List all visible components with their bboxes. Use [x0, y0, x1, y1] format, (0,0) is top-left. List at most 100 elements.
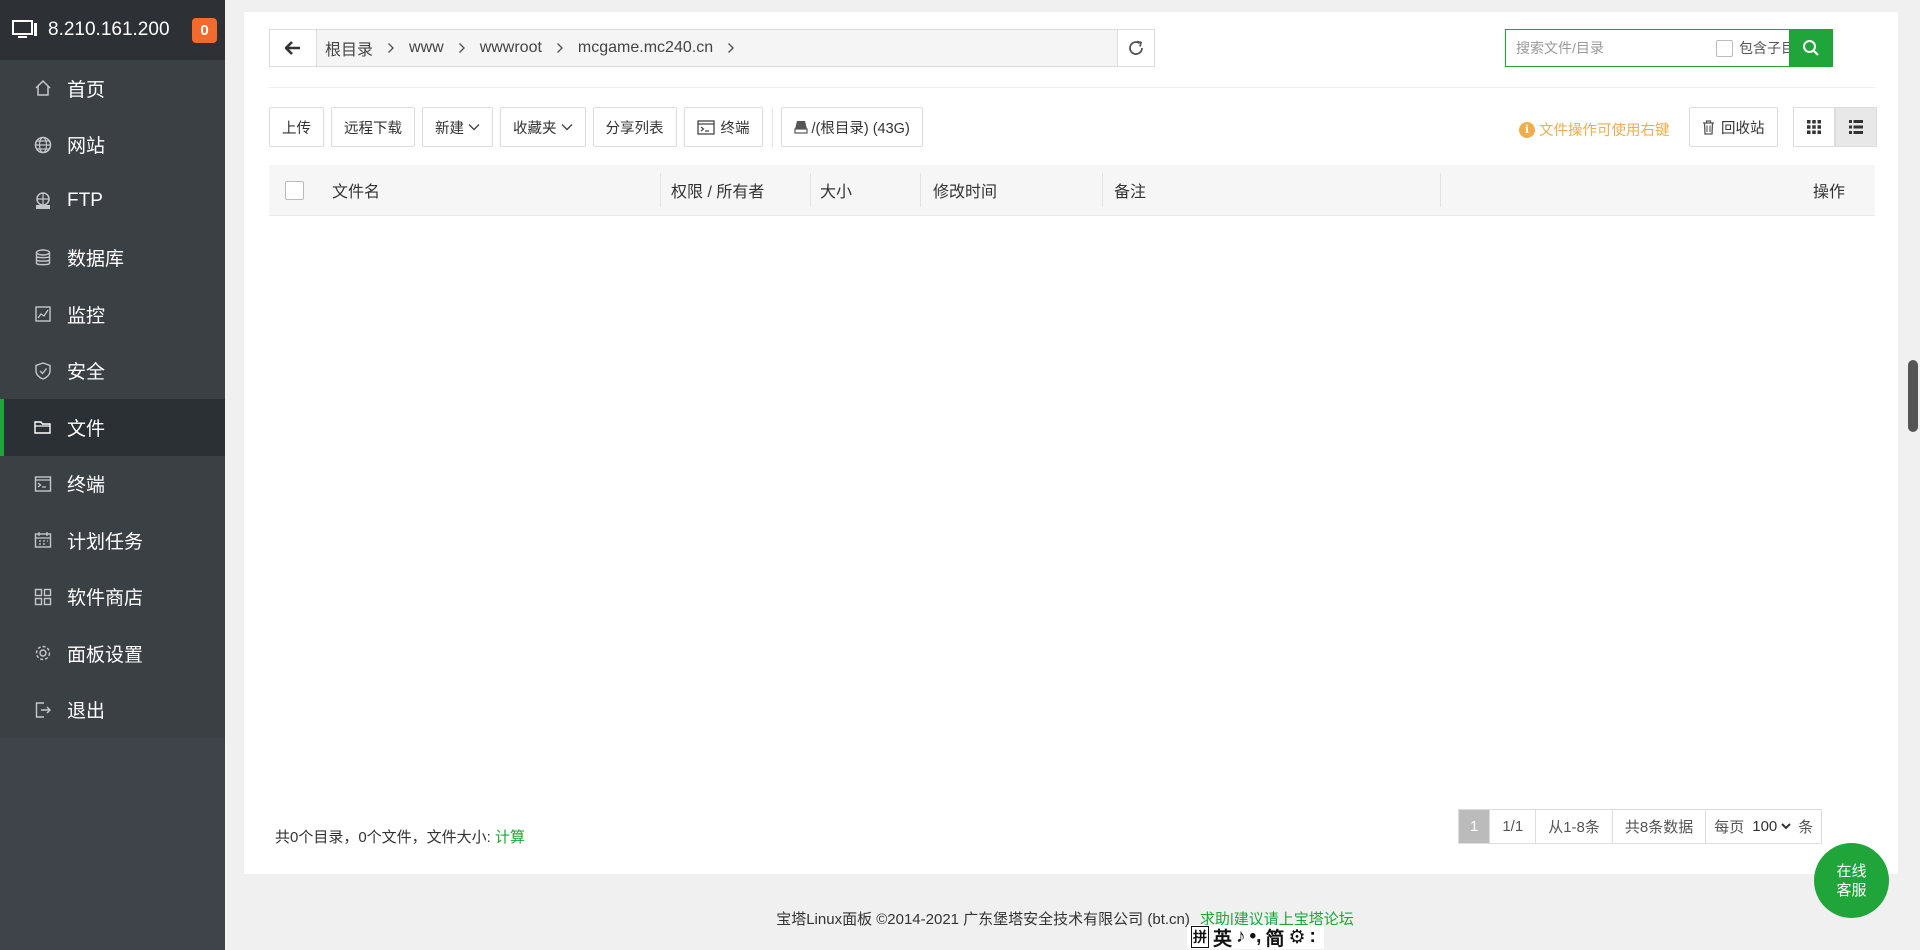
- toolbar-divider: [771, 107, 773, 147]
- calendar-icon: [33, 530, 53, 550]
- chevron-right-icon: [556, 42, 564, 54]
- disk-label: /(根目录) (43G): [811, 120, 910, 137]
- sidebar-header[interactable]: 8.210.161.200 0: [0, 0, 225, 60]
- ime-settings-icon[interactable]: ⚙: [1288, 926, 1305, 949]
- notification-badge[interactable]: 0: [192, 17, 217, 43]
- list-view-button[interactable]: [1835, 107, 1877, 147]
- right-click-tip: i 文件操作可使用右键: [1519, 119, 1670, 140]
- checkbox[interactable]: [1716, 39, 1733, 57]
- terminal-button[interactable]: 终端: [683, 107, 763, 147]
- ime-more[interactable]: :: [1310, 926, 1316, 948]
- sidebar-item-website[interactable]: 网站: [0, 117, 225, 174]
- footer: 宝塔Linux面板 ©2014-2021 广东堡塔安全技术有限公司 (bt.cn…: [0, 908, 1920, 929]
- page-current[interactable]: 1: [1458, 809, 1491, 844]
- sidebar-item-label: 终端: [67, 475, 106, 497]
- page-count: 1/1: [1490, 809, 1537, 844]
- shield-icon: [33, 361, 53, 381]
- monitor-icon: [33, 304, 53, 324]
- col-remarks: 备注: [1114, 184, 1147, 201]
- search-input[interactable]: [1506, 30, 1716, 66]
- col-modified-time[interactable]: 修改时间: [933, 165, 997, 215]
- arrow-left-icon: [285, 41, 301, 55]
- list-icon: [1849, 120, 1863, 134]
- sidebar-item-home[interactable]: 首页: [0, 60, 225, 117]
- sidebar-item-database[interactable]: 数据库: [0, 230, 225, 287]
- pagination: 1 1/1 从1-8条 共8条数据 每页 100 条: [1458, 809, 1823, 844]
- terminal-icon: [696, 119, 715, 135]
- upload-button[interactable]: 上传: [269, 107, 324, 147]
- sidebar-item-panel-settings[interactable]: 面板设置: [0, 625, 225, 682]
- ime-moon-icon[interactable]: ♪: [1236, 926, 1246, 948]
- per-page-unit: 条: [1798, 819, 1814, 836]
- breadcrumb-www[interactable]: www: [409, 39, 444, 57]
- checkbox[interactable]: [285, 180, 304, 200]
- new-dropdown-button[interactable]: 新建: [422, 107, 493, 147]
- page-scrollbar[interactable]: [1908, 360, 1918, 432]
- favorites-dropdown-button[interactable]: 收藏夹: [500, 107, 586, 147]
- new-label: 新建: [435, 120, 464, 137]
- breadcrumb-root[interactable]: 根目录: [325, 36, 373, 60]
- support-line2: 客服: [1836, 881, 1867, 899]
- sidebar-item-label: 面板设置: [67, 644, 144, 666]
- back-button[interactable]: [270, 30, 317, 66]
- search-button[interactable]: [1789, 29, 1833, 67]
- breadcrumb-wwwroot[interactable]: wwwroot: [480, 39, 542, 57]
- sidebar-item-logout[interactable]: 退出: [0, 682, 225, 739]
- chevron-right-icon[interactable]: [727, 42, 735, 54]
- search-box: 包含子目录: [1505, 29, 1833, 67]
- col-permission-owner[interactable]: 权限 / 所有者: [671, 165, 764, 215]
- select-all-checkbox[interactable]: [285, 165, 304, 215]
- path-bar: 根目录 www wwwroot mcgame.mc240.cn: [269, 29, 1155, 67]
- support-line1: 在线: [1836, 862, 1867, 880]
- ime-toolbar[interactable]: 拼 英 ♪ •, 简 ⚙ :: [1187, 924, 1324, 950]
- ime-punct[interactable]: •,: [1250, 926, 1262, 948]
- column-divider: [1440, 173, 1441, 207]
- terminal-icon: [33, 474, 53, 494]
- file-manager-panel: 根目录 www wwwroot mcgame.mc240.cn 包含子目录 上传…: [244, 12, 1898, 874]
- search-icon: [1802, 39, 1820, 57]
- trash-icon: [1702, 119, 1715, 135]
- recycle-bin-button[interactable]: 回收站: [1689, 107, 1778, 147]
- sidebar-menu: 首页 网站 FTP 数据库 监控 安全 文件 终端 计划任务 软件商店 面板设置…: [0, 60, 225, 738]
- per-page-select[interactable]: 100: [1748, 817, 1795, 836]
- grid-view-button[interactable]: [1793, 107, 1835, 147]
- ime-english[interactable]: 英: [1213, 924, 1232, 950]
- sidebar-item-security[interactable]: 安全: [0, 343, 225, 400]
- share-list-button[interactable]: 分享列表: [592, 107, 677, 147]
- breadcrumb-site[interactable]: mcgame.mc240.cn: [578, 39, 713, 57]
- sidebar-item-monitor[interactable]: 监控: [0, 286, 225, 343]
- grid-icon: [1807, 120, 1821, 134]
- online-support-button[interactable]: 在线 客服: [1814, 843, 1889, 918]
- col-size[interactable]: 大小: [820, 165, 852, 215]
- summary-text: 共0个目录，0个文件，文件大小:: [275, 829, 496, 846]
- per-page-label: 每页: [1714, 819, 1745, 836]
- disk-button[interactable]: /(根目录) (43G): [780, 107, 923, 147]
- divider: [269, 87, 1875, 88]
- sidebar-item-app-store[interactable]: 软件商店: [0, 569, 225, 626]
- sidebar-item-cron[interactable]: 计划任务: [0, 512, 225, 569]
- chevron-down-icon: [561, 123, 573, 131]
- info-icon: i: [1519, 121, 1535, 138]
- sidebar-item-label: 监控: [67, 305, 106, 327]
- sidebar-item-terminal[interactable]: 终端: [0, 456, 225, 513]
- col-filename[interactable]: 文件名: [332, 165, 380, 215]
- sidebar-item-label: FTP: [67, 190, 103, 212]
- globe-icon: [33, 135, 53, 155]
- copyright-text: 宝塔Linux面板 ©2014-2021 广东堡塔安全技术有限公司 (bt.cn…: [776, 911, 1190, 928]
- remote-download-button[interactable]: 远程下载: [331, 107, 415, 147]
- hard-drive-icon: [793, 120, 808, 134]
- logout-icon: [33, 700, 53, 720]
- refresh-button[interactable]: [1117, 30, 1154, 66]
- sidebar-item-label: 软件商店: [67, 588, 144, 610]
- ime-pinyin[interactable]: 拼: [1191, 926, 1209, 948]
- sidebar-item-ftp[interactable]: FTP: [0, 173, 225, 230]
- calculate-link[interactable]: 计算: [495, 829, 525, 846]
- ime-simplified[interactable]: 简: [1265, 924, 1284, 950]
- apps-grid-icon: [33, 587, 53, 607]
- terminal-label: 终端: [720, 120, 750, 137]
- gear-icon: [33, 643, 53, 663]
- sidebar-item-files[interactable]: 文件: [0, 399, 225, 456]
- column-divider: [810, 173, 811, 207]
- sidebar-item-label: 网站: [67, 136, 106, 158]
- file-table-header: 文件名 权限 / 所有者 大小 修改时间 备注 操作: [269, 165, 1875, 216]
